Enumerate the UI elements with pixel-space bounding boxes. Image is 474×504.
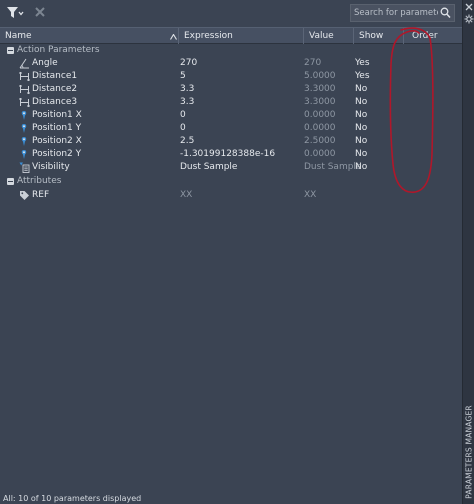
table-header: Name Expression Value Show Order: [0, 27, 462, 44]
parameter-name: REF: [32, 190, 50, 200]
parameter-value: 270: [304, 58, 322, 68]
parameter-show[interactable]: No: [355, 83, 400, 96]
parameter-expression[interactable]: 5: [180, 70, 302, 83]
parameter-expression[interactable]: 3.3: [180, 83, 302, 96]
palette-side-strip: PARAMETERS MANAGER: [462, 0, 474, 504]
attribute-row-ref[interactable]: REF XX XX: [0, 189, 462, 202]
clear-filter-icon[interactable]: [34, 5, 46, 19]
settings-icon[interactable]: [464, 14, 474, 24]
parameter-show[interactable]: No: [355, 135, 400, 148]
parameter-value: 0.0000: [304, 110, 336, 120]
parameter-value: 3.3000: [304, 84, 336, 94]
search-box: [350, 4, 455, 22]
parameter-name: Position2 X: [32, 136, 82, 146]
search-icon[interactable]: [440, 7, 451, 19]
palette-title[interactable]: PARAMETERS MANAGER: [463, 404, 474, 500]
parameter-expression[interactable]: 270: [180, 57, 302, 70]
collapse-toggle-icon[interactable]: [7, 178, 14, 185]
parameter-show[interactable]: No: [355, 122, 400, 135]
group-row-attributes[interactable]: Attributes: [0, 175, 462, 188]
group-row-action-parameters[interactable]: Action Parameters: [0, 44, 462, 57]
status-bar: All: 10 of 10 parameters displayed: [3, 494, 142, 503]
parameter-value: 3.3000: [304, 97, 336, 107]
distance-icon: [19, 97, 30, 108]
position-icon: [19, 149, 30, 160]
parameters-manager-panel: Name Expression Value Show Order Action …: [0, 0, 462, 504]
parameter-expression[interactable]: 0: [180, 122, 302, 135]
parameter-value: XX: [304, 190, 317, 200]
parameter-value: 0.0000: [304, 123, 336, 133]
parameter-show[interactable]: Yes: [355, 70, 400, 83]
parameter-row-distance1[interactable]: Distance1 5 5.0000 Yes: [0, 70, 462, 83]
parameter-row-position2-x[interactable]: Position2 X 2.5 2.5000 No: [0, 135, 462, 148]
parameter-row-position1-y[interactable]: Position1 Y 0 0.0000 No: [0, 122, 462, 135]
parameter-show[interactable]: No: [355, 109, 400, 122]
parameter-show[interactable]: [355, 189, 400, 202]
parameter-row-angle[interactable]: Angle 270 270 Yes: [0, 57, 462, 70]
parameter-name: Distance1: [32, 71, 78, 81]
column-header-expression[interactable]: Expression: [179, 28, 304, 44]
parameter-value: 2.5000: [304, 136, 336, 146]
parameter-show[interactable]: No: [355, 161, 400, 174]
parameter-value: 5.0000: [304, 71, 336, 81]
filter-icon[interactable]: [6, 5, 24, 21]
parameter-name: Distance2: [32, 84, 78, 94]
parameter-value: 0.0000: [304, 149, 336, 159]
distance-icon: [19, 71, 30, 82]
parameter-name: Position2 Y: [32, 149, 82, 159]
group-label: Attributes: [17, 176, 62, 186]
parameter-expression[interactable]: 0: [180, 109, 302, 122]
tag-icon: [19, 190, 30, 201]
column-header-order[interactable]: Order: [404, 28, 462, 44]
parameter-name: Distance3: [32, 97, 78, 107]
parameter-row-position2-y[interactable]: Position2 Y -1.30199128388e-16 0.0000 No: [0, 148, 462, 161]
parameter-name: Position1 X: [32, 110, 82, 120]
visibility-icon: [19, 162, 30, 173]
parameter-value: Dust Sample: [304, 162, 362, 172]
parameter-expression[interactable]: 2.5: [180, 135, 302, 148]
position-icon: [19, 136, 30, 147]
parameter-expression[interactable]: Dust Sample: [180, 161, 302, 174]
sort-ascending-icon[interactable]: [170, 33, 177, 40]
angle-icon: [19, 58, 30, 69]
parameter-row-distance3[interactable]: Distance3 3.3 3.3000 No: [0, 96, 462, 109]
parameter-expression[interactable]: -1.30199128388e-16: [180, 148, 302, 161]
column-header-value[interactable]: Value: [304, 28, 354, 44]
parameter-name: Position1 Y: [32, 123, 82, 133]
parameter-row-position1-x[interactable]: Position1 X 0 0.0000 No: [0, 109, 462, 122]
collapse-toggle-icon[interactable]: [7, 47, 14, 54]
toolbar: [0, 0, 462, 26]
position-icon: [19, 110, 30, 121]
parameter-name: Angle: [32, 58, 58, 68]
column-header-show[interactable]: Show: [354, 28, 404, 44]
parameter-show[interactable]: No: [355, 96, 400, 109]
parameter-expression[interactable]: XX: [180, 189, 302, 202]
position-icon: [19, 123, 30, 134]
parameter-show[interactable]: Yes: [355, 57, 400, 70]
column-header-name[interactable]: Name: [0, 28, 179, 44]
close-icon[interactable]: [464, 2, 474, 12]
parameter-row-distance2[interactable]: Distance2 3.3 3.3000 No: [0, 83, 462, 96]
parameter-show[interactable]: No: [355, 148, 400, 161]
parameter-expression[interactable]: 3.3: [180, 96, 302, 109]
parameter-name: Visibility: [32, 162, 70, 172]
group-label: Action Parameters: [17, 45, 100, 55]
distance-icon: [19, 84, 30, 95]
parameter-row-visibility[interactable]: Visibility Dust Sample Dust Sample No: [0, 161, 462, 174]
search-input[interactable]: [354, 6, 438, 20]
